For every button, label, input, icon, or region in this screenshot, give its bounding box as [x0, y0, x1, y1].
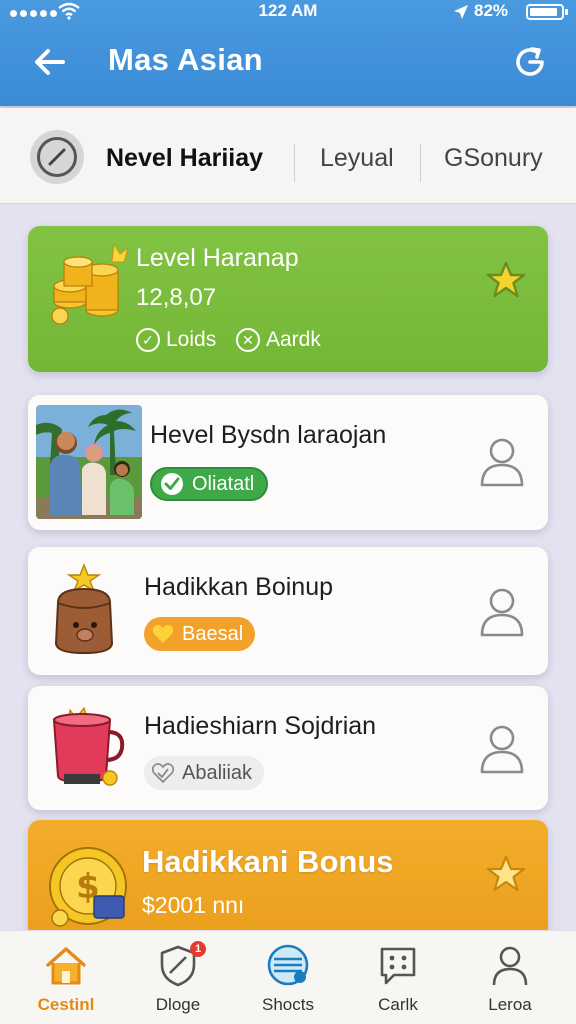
battery-icon	[526, 4, 568, 20]
user-icon[interactable]	[478, 435, 526, 487]
bonus-card[interactable]: Hadieshiarn Sojdrian Abaliiak	[28, 686, 548, 810]
nav-label-profile: Leroa	[488, 995, 532, 1014]
bonus-badge: Abaliiak	[144, 756, 265, 790]
back-button[interactable]	[28, 40, 72, 84]
bonus-badge-label: Abaliiak	[182, 761, 253, 784]
app-header: 122 AM 82% Mas Asian	[0, 0, 576, 106]
nav-label-badge: Shocts	[262, 995, 314, 1014]
bonus-card[interactable]: Hadikkan Boinup Baesal	[28, 547, 548, 675]
heart-icon	[152, 624, 174, 643]
tab-nevel-hariiay[interactable]: Nevel Hariiay	[106, 144, 263, 173]
nav-item-home[interactable]: Cestinl	[16, 931, 116, 1024]
meta-left-label: Loids	[166, 328, 217, 351]
bottom-nav: Cestinl 1 Dloge Shocts Carlk Leroa	[0, 930, 576, 1024]
nav-label-shield: Dloge	[155, 995, 201, 1014]
chat-grid-icon	[380, 947, 416, 985]
status-bar: 122 AM 82%	[0, 0, 576, 26]
level-card-amount: 12,8,07	[136, 284, 217, 311]
nav-item-badge[interactable]: Shocts	[238, 931, 338, 1024]
level-card-meta-right: ✕ Aardk	[236, 328, 321, 352]
star-icon[interactable]	[486, 260, 526, 300]
x-circle-icon: ✕	[236, 328, 260, 352]
user-icon[interactable]	[478, 722, 526, 774]
badge-icon	[267, 944, 309, 986]
level-card[interactable]: Level Haranap 12,8,07 ✓ Loids ✕ Aardk	[28, 226, 548, 372]
gift-cup-icon	[52, 706, 125, 786]
bonus-badge: Baesal	[144, 617, 256, 651]
nav-item-chat[interactable]: Carlk	[348, 931, 448, 1024]
family-card-title: Hevel Bysdn laraojan	[150, 421, 387, 449]
status-badge: Oliatatl	[150, 467, 269, 501]
gold-bonus-card[interactable]: $ Hadikkani Bonus $2001 nnı	[28, 820, 548, 940]
heart-check-icon	[152, 763, 174, 783]
family-card[interactable]: Hevel Bysdn laraojan Oliatatl	[28, 395, 548, 530]
tab-divider	[420, 144, 421, 182]
edit-icon	[37, 137, 77, 177]
check-icon	[161, 473, 183, 495]
arrow-left-icon	[35, 49, 65, 75]
family-photo	[36, 405, 142, 519]
money-bag-icon: $	[49, 847, 127, 927]
status-badge-label: Oliatatl	[192, 472, 255, 495]
treasure-pot-icon	[54, 563, 114, 655]
nav-label-chat: Carlk	[378, 995, 418, 1014]
refresh-button[interactable]	[508, 40, 552, 84]
tab-gsonury[interactable]: GSonury	[444, 144, 543, 173]
refresh-icon	[516, 47, 544, 76]
nav-item-shield[interactable]: 1 Dloge	[128, 931, 228, 1024]
avatar[interactable]	[30, 130, 84, 184]
page-title: Mas Asian	[108, 42, 263, 77]
gold-card-amount: $2001 nnı	[142, 892, 245, 918]
gold-coins-icon	[51, 242, 129, 325]
bonus-card-title: Hadieshiarn Sojdrian	[144, 712, 377, 740]
tab-strip: Nevel Hariiay Leyual GSonury	[0, 108, 576, 204]
level-card-meta-left: ✓ Loids	[136, 328, 216, 352]
tab-divider	[294, 144, 295, 182]
home-icon	[46, 947, 86, 985]
gold-card-title: Hadikkani Bonus	[142, 844, 394, 879]
star-icon[interactable]	[486, 854, 526, 894]
bonus-card-title: Hadikkan Boinup	[144, 573, 334, 601]
check-circle-icon: ✓	[136, 328, 160, 352]
tab-leyual[interactable]: Leyual	[320, 144, 394, 173]
level-card-title: Level Haranap	[136, 244, 299, 272]
location-arrow-icon	[454, 5, 468, 19]
nav-label-home: Cestinl	[37, 995, 95, 1014]
battery-percentage: 82%	[474, 1, 509, 20]
notification-badge: 1	[190, 941, 206, 957]
bonus-badge-label: Baesal	[182, 622, 244, 645]
user-icon[interactable]	[478, 585, 526, 637]
profile-icon	[492, 946, 528, 986]
nav-item-profile[interactable]: Leroa	[460, 931, 560, 1024]
meta-right-label: Aardk	[266, 328, 321, 351]
